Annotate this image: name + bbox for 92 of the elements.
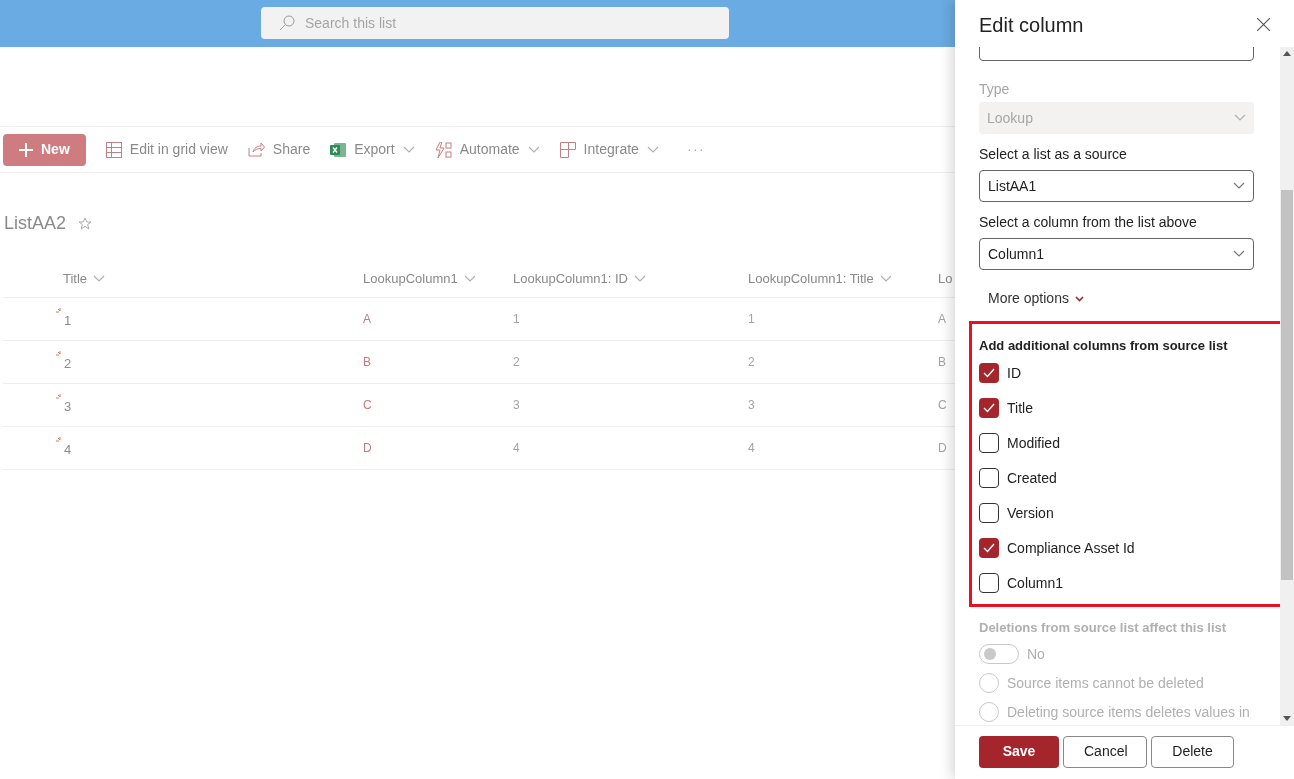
chevron-down-icon bbox=[527, 145, 540, 154]
toolbar-button[interactable]: Edit in grid view bbox=[105, 139, 228, 160]
table-cell-text: 2 bbox=[748, 354, 755, 371]
table-cell-text: A bbox=[363, 311, 371, 328]
table-cell-text: B bbox=[938, 354, 946, 371]
chevron-down-icon bbox=[1233, 250, 1245, 258]
check-icon bbox=[983, 368, 995, 378]
radio-label: Deleting source items deletes values in bbox=[1007, 702, 1250, 722]
checkbox-label: Created bbox=[1007, 468, 1057, 488]
spreadsheet-icon bbox=[330, 141, 347, 158]
table-cell-text: A bbox=[938, 311, 946, 328]
checkbox[interactable] bbox=[979, 468, 999, 488]
column-header[interactable]: LookupColumn1 bbox=[363, 268, 458, 289]
radio-label: Source items cannot be deleted bbox=[1007, 673, 1204, 693]
toolbar-button[interactable]: Automate bbox=[434, 139, 540, 160]
toggle-label: No bbox=[1027, 644, 1045, 664]
field-label: Deletions from source list affect this list bbox=[979, 619, 1228, 637]
check-icon bbox=[983, 403, 995, 413]
chevron-down-icon bbox=[879, 274, 892, 283]
table-cell-text: 1 bbox=[748, 311, 755, 328]
secondary-button[interactable]: Delete bbox=[1151, 735, 1234, 768]
toolbar-button[interactable]: Export bbox=[330, 139, 415, 160]
table-cell-text: 3 bbox=[748, 397, 755, 414]
chevron-down-icon bbox=[93, 274, 106, 283]
table-cell-text: 2 bbox=[513, 354, 520, 371]
table-cell-text: C bbox=[363, 397, 372, 414]
column-header[interactable]: LookupColumn1: ID bbox=[513, 268, 628, 289]
panel-title: Edit column bbox=[979, 12, 1084, 38]
plus-icon bbox=[19, 142, 33, 157]
search-icon bbox=[279, 15, 295, 31]
chevron-down-icon bbox=[402, 145, 415, 154]
column-header[interactable]: LookupColumn1: Title bbox=[748, 268, 874, 289]
field-label: Select a list as a source bbox=[979, 145, 1128, 164]
grid-icon bbox=[105, 141, 122, 158]
new-button[interactable]: New bbox=[3, 133, 86, 166]
column-header[interactable]: Title bbox=[63, 268, 88, 289]
sparkle-icon bbox=[56, 436, 64, 445]
close-button[interactable] bbox=[1255, 16, 1272, 33]
sparkle-icon bbox=[56, 307, 64, 316]
item-link[interactable]: 3 bbox=[64, 396, 72, 417]
chevron-down-icon bbox=[1234, 114, 1246, 122]
toolbar-button[interactable]: Integrate bbox=[559, 139, 659, 160]
chevron-down-icon bbox=[633, 274, 646, 283]
checkbox-label: Version bbox=[1007, 503, 1054, 523]
column-dropdown[interactable]: Column1 bbox=[979, 238, 1254, 270]
save-button[interactable]: Save bbox=[979, 735, 1059, 768]
table-cell-text: D bbox=[363, 440, 372, 457]
checkbox-label: ID bbox=[1007, 363, 1021, 383]
table-cell-text: 1 bbox=[513, 311, 520, 328]
checkbox[interactable] bbox=[979, 503, 999, 523]
chevron-down-icon bbox=[646, 145, 659, 154]
checkbox[interactable] bbox=[979, 573, 999, 593]
table-cell-text: 4 bbox=[748, 440, 755, 457]
item-link[interactable]: 1 bbox=[64, 310, 72, 331]
checkbox-label: Compliance Asset Id bbox=[1007, 538, 1135, 558]
checkbox[interactable] bbox=[979, 538, 999, 558]
column-header[interactable]: Lo bbox=[938, 268, 953, 289]
field-label: Select a column from the list above bbox=[979, 213, 1198, 232]
chevron-down-icon bbox=[1233, 182, 1245, 190]
checkbox-label: Column1 bbox=[1007, 573, 1064, 593]
scrollbar[interactable] bbox=[1280, 47, 1294, 725]
sparkle-icon bbox=[56, 350, 64, 359]
secondary-button[interactable]: Cancel bbox=[1063, 735, 1147, 768]
list-title: ListAA2 bbox=[4, 212, 67, 235]
star-icon[interactable] bbox=[78, 216, 93, 231]
layout-icon bbox=[559, 141, 576, 158]
close-icon bbox=[1257, 18, 1270, 31]
search-field[interactable]: Search this list bbox=[261, 7, 729, 39]
source-list-dropdown[interactable]: ListAA1 bbox=[979, 170, 1254, 202]
checkbox[interactable] bbox=[979, 363, 999, 383]
item-link[interactable]: 2 bbox=[64, 353, 72, 374]
field-label: Add additional columns from source list bbox=[979, 337, 1229, 355]
more-options-link[interactable]: More options bbox=[988, 288, 1084, 309]
table-cell-text: B bbox=[363, 354, 371, 371]
check-icon bbox=[983, 543, 995, 553]
field-label: Type bbox=[979, 80, 1011, 99]
flow-icon bbox=[434, 141, 452, 158]
checkbox[interactable] bbox=[979, 433, 999, 453]
more-button[interactable]: ··· bbox=[678, 139, 714, 160]
table-cell-text: 4 bbox=[513, 440, 520, 457]
sparkle-icon bbox=[56, 393, 64, 402]
chevron-down-icon bbox=[463, 274, 476, 283]
chevron-down-icon bbox=[1074, 295, 1084, 302]
checkbox-label: Title bbox=[1007, 398, 1033, 418]
toolbar-button[interactable]: Share bbox=[247, 139, 311, 160]
checkbox[interactable] bbox=[979, 398, 999, 418]
share-icon bbox=[247, 142, 265, 157]
item-link[interactable]: 4 bbox=[64, 439, 72, 460]
table-cell-text: 3 bbox=[513, 397, 520, 414]
table-cell-text: C bbox=[938, 397, 947, 414]
checkbox-label: Modified bbox=[1007, 433, 1060, 453]
table-cell-text: D bbox=[938, 440, 947, 457]
